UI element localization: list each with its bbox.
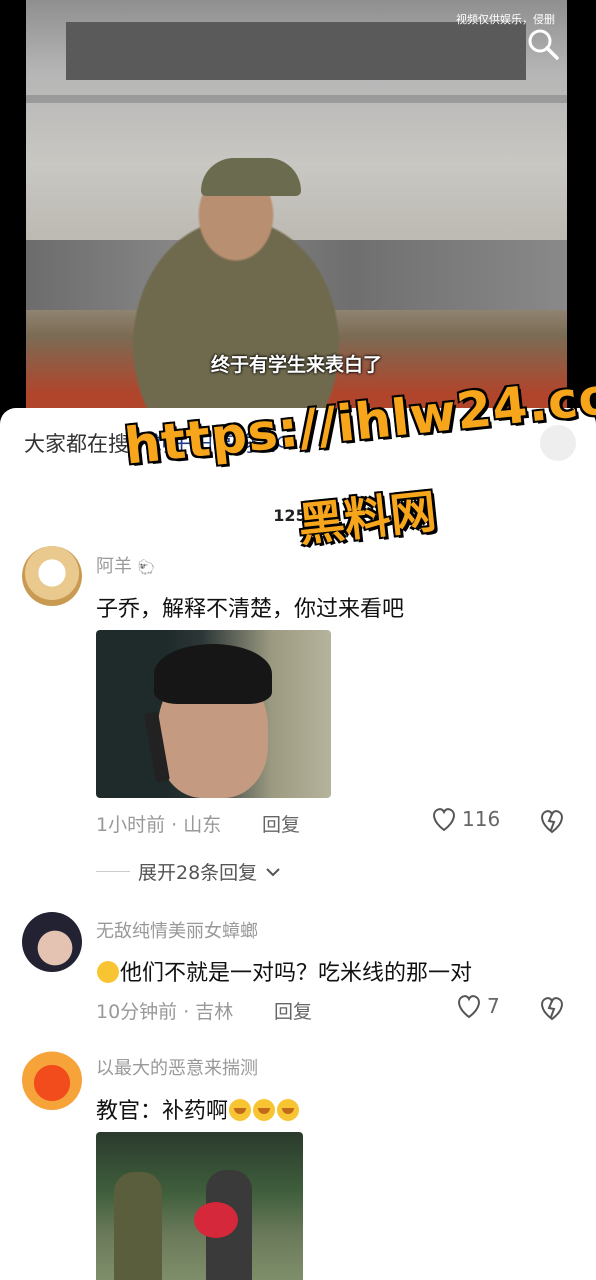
video-background [66, 22, 526, 80]
like-button[interactable]: 7 [455, 993, 500, 1019]
search-icon[interactable] [525, 26, 561, 62]
reply-button[interactable]: 回复 [262, 810, 300, 837]
comment-image[interactable] [96, 1132, 303, 1280]
comment-text-content: 教官：补药啊 [96, 1099, 229, 1124]
video-notice: 视频仅供娱乐，侵删 [456, 13, 555, 26]
image-flowers [194, 1202, 238, 1238]
comment-text: 他们不就是一对吗？吃米线的那一对 [96, 955, 472, 987]
reply-button[interactable]: 回复 [274, 997, 312, 1024]
avatar[interactable] [22, 546, 82, 606]
video-person-cap [201, 158, 301, 196]
comment-time-location: 1小时前 · 山东 [96, 814, 222, 836]
divider-line [96, 871, 130, 872]
image-hair [154, 644, 272, 704]
video-player[interactable]: 视频仅供娱乐，侵删 终于有学生来表白了 [26, 0, 567, 410]
expand-replies-button[interactable]: 展开28条回复 [96, 858, 281, 885]
avatar[interactable] [22, 1050, 82, 1110]
sheep-icon: 🐑 [137, 560, 156, 576]
comment-username[interactable]: 阿羊 🐑 [96, 552, 155, 578]
chevron-down-icon [266, 867, 280, 876]
dislike-icon[interactable] [538, 808, 566, 834]
like-button[interactable]: 116 [430, 806, 500, 832]
heart-icon [433, 808, 455, 832]
like-count: 7 [487, 994, 500, 1018]
crying-emoji-icon [277, 1099, 300, 1121]
avatar[interactable] [22, 912, 82, 972]
comment-text: 教官：补药啊 [96, 1093, 300, 1125]
heart-icon [458, 995, 480, 1019]
like-count: 116 [462, 807, 501, 831]
comment-image[interactable] [96, 630, 331, 798]
comment-time-location: 10分钟前 · 吉林 [96, 1001, 234, 1023]
crying-emoji-icon [229, 1099, 252, 1121]
comment-text-content: 他们不就是一对吗？吃米线的那一对 [120, 961, 473, 986]
shocked-emoji-icon [97, 961, 119, 983]
username-text: 阿羊 [96, 556, 132, 577]
video-background [26, 95, 567, 103]
dislike-icon[interactable] [538, 995, 566, 1021]
image-person-soldier [114, 1172, 162, 1280]
video-subtitle: 终于有学生来表白了 [210, 354, 382, 376]
crying-emoji-icon [253, 1099, 276, 1121]
expand-label: 展开28条回复 [138, 862, 258, 884]
comment-username[interactable]: 以最大的恶意来揣测 [96, 1054, 258, 1080]
comment-text: 子乔，解释不清楚，你过来看吧 [96, 597, 405, 622]
comment-username[interactable]: 无敌纯情美丽女蟑螂 [96, 917, 258, 943]
